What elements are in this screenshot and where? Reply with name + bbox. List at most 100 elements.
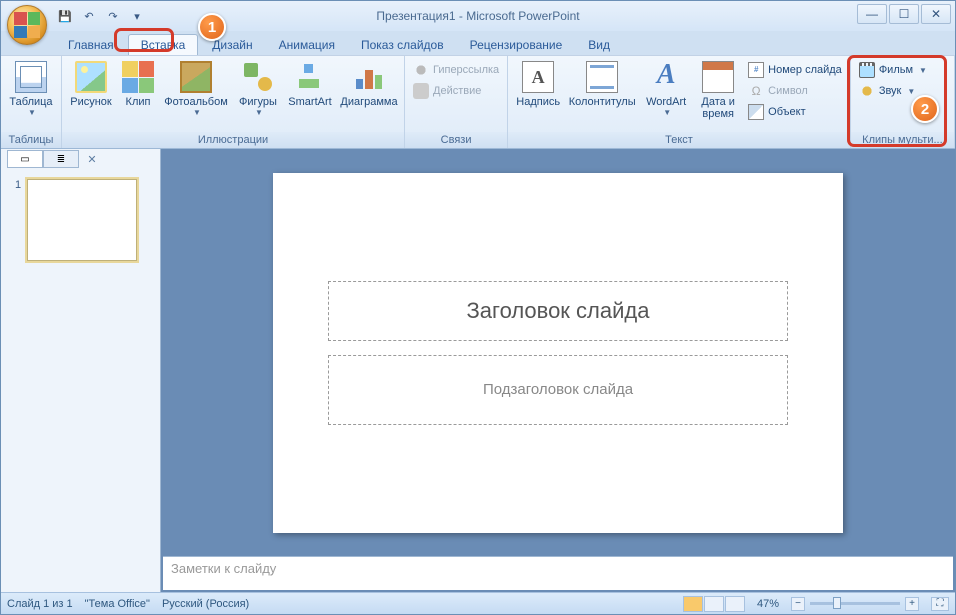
smartart-icon — [294, 61, 326, 93]
language-indicator[interactable]: Русский (Россия) — [162, 598, 249, 610]
qat-customize-icon[interactable]: ▾ — [128, 7, 146, 25]
group-tables: Таблица ▼ Таблицы — [1, 56, 62, 148]
thumb-preview — [27, 179, 137, 261]
date-icon — [702, 61, 734, 93]
badge-2: 2 — [911, 95, 939, 123]
badge-1: 1 — [198, 13, 226, 41]
movie-button[interactable]: Фильм ▼ — [855, 60, 931, 80]
textbox-icon: A — [522, 61, 554, 93]
object-button[interactable]: Объект — [744, 102, 846, 122]
slide[interactable]: Заголовок слайда Подзаголовок слайда — [273, 173, 843, 533]
picture-button[interactable]: Рисунок — [66, 58, 116, 111]
wordart-icon: A — [650, 61, 682, 93]
outline-tab[interactable]: ≣ — [43, 150, 79, 168]
group-text: A Надпись Колонтитулы A WordArt ▼ Дата и… — [508, 56, 851, 148]
group-label: Связи — [405, 132, 507, 148]
zoom-thumb[interactable] — [833, 597, 841, 609]
symbol-button: Ω Символ — [744, 81, 846, 101]
zoom-out-button[interactable]: − — [791, 597, 805, 611]
save-button[interactable]: 💾 — [56, 7, 74, 25]
object-icon — [748, 104, 764, 120]
film-icon — [859, 62, 875, 78]
action-button: Действие — [409, 81, 503, 101]
chart-button[interactable]: Диаграмма — [338, 58, 400, 111]
zoom-in-button[interactable]: + — [905, 597, 919, 611]
close-button[interactable]: ✕ — [921, 4, 951, 24]
clip-icon — [122, 61, 154, 93]
wordart-button[interactable]: A WordArt ▼ — [640, 58, 692, 120]
slide-area: Заголовок слайда Подзаголовок слайда Зам… — [161, 149, 955, 592]
ribbon-tabs: Главная Вставка Дизайн Анимация Показ сл… — [1, 31, 955, 55]
group-links: Гиперссылка Действие Связи — [405, 56, 508, 148]
view-buttons — [683, 596, 745, 612]
smartart-button[interactable]: SmartArt — [284, 58, 336, 111]
normal-view-button[interactable] — [683, 596, 703, 612]
undo-button[interactable]: ↶ — [80, 7, 98, 25]
slides-tab[interactable]: ▭ — [7, 150, 43, 168]
group-media: Фильм ▼ Звук ▼ Клипы мульти... — [851, 56, 955, 148]
office-button[interactable] — [7, 5, 47, 45]
symbol-icon: Ω — [748, 83, 764, 99]
tab-home[interactable]: Главная — [56, 35, 126, 55]
thumb-number: 1 — [15, 179, 21, 261]
datetime-button[interactable]: Дата и время — [694, 58, 742, 123]
tab-view[interactable]: Вид — [576, 35, 622, 55]
slide-counter: Слайд 1 из 1 — [7, 598, 73, 610]
shapes-button[interactable]: Фигуры ▼ — [234, 58, 282, 120]
chevron-down-icon: ▼ — [907, 87, 915, 96]
window-title: Презентация1 - Microsoft PowerPoint — [376, 9, 579, 23]
thumbnails-panel: 1 — [1, 149, 161, 592]
chevron-down-icon: ▼ — [193, 108, 201, 117]
chevron-down-icon: ▼ — [255, 108, 263, 117]
titlebar: 💾 ↶ ↷ ▾ Презентация1 - Microsoft PowerPo… — [1, 1, 955, 31]
chart-icon — [353, 61, 385, 93]
shapes-icon — [242, 61, 274, 93]
chevron-down-icon: ▼ — [919, 66, 927, 75]
action-icon — [413, 83, 429, 99]
close-panel-button[interactable]: ✕ — [85, 152, 99, 166]
clip-button[interactable]: Клип — [118, 58, 158, 111]
group-label: Клипы мульти... — [851, 132, 954, 148]
photoalbum-button[interactable]: Фотоальбом ▼ — [160, 58, 232, 120]
tab-slideshow[interactable]: Показ слайдов — [349, 35, 456, 55]
redo-button[interactable]: ↷ — [104, 7, 122, 25]
group-label: Иллюстрации — [62, 132, 404, 148]
headerfooter-icon — [586, 61, 618, 93]
title-placeholder[interactable]: Заголовок слайда — [328, 281, 788, 341]
table-button[interactable]: Таблица ▼ — [5, 58, 57, 120]
fit-button[interactable]: ⛶ — [931, 597, 949, 611]
ribbon: Таблица ▼ Таблицы Рисунок Клип Фотоальбо… — [1, 55, 955, 149]
slidenumber-icon: # — [748, 62, 764, 78]
sorter-view-button[interactable] — [704, 596, 724, 612]
hyperlink-icon — [413, 62, 429, 78]
tab-animation[interactable]: Анимация — [267, 35, 347, 55]
window-controls: — ☐ ✕ — [857, 4, 951, 24]
slidenumber-button[interactable]: # Номер слайда — [744, 60, 846, 80]
statusbar: Слайд 1 из 1 "Тема Office" Русский (Росс… — [1, 592, 955, 614]
notes-pane[interactable]: Заметки к слайду — [163, 556, 953, 590]
chevron-down-icon: ▼ — [28, 108, 36, 117]
textbox-button[interactable]: A Надпись — [512, 58, 564, 111]
workspace: 1 Заголовок слайда Подзаголовок слайда З… — [1, 149, 955, 592]
tab-insert[interactable]: Вставка — [128, 34, 199, 55]
table-icon — [15, 61, 47, 93]
group-illustrations: Рисунок Клип Фотоальбом ▼ Фигуры ▼ — [62, 56, 405, 148]
tab-review[interactable]: Рецензирование — [458, 35, 575, 55]
slides-outline-tabs: ▭ ≣ ✕ — [7, 149, 99, 169]
hyperlink-button: Гиперссылка — [409, 60, 503, 80]
album-icon — [180, 61, 212, 93]
subtitle-placeholder[interactable]: Подзаголовок слайда — [328, 355, 788, 425]
minimize-button[interactable]: — — [857, 4, 887, 24]
theme-name: "Тема Office" — [85, 598, 150, 610]
group-label: Текст — [508, 132, 850, 148]
zoom-track[interactable] — [810, 602, 900, 605]
slide-thumbnail[interactable]: 1 — [15, 179, 146, 261]
maximize-button[interactable]: ☐ — [889, 4, 919, 24]
zoom-slider[interactable]: − + — [791, 597, 919, 611]
app-window: 💾 ↶ ↷ ▾ Презентация1 - Microsoft PowerPo… — [0, 0, 956, 615]
headerfooter-button[interactable]: Колонтитулы — [566, 58, 638, 111]
quick-access-toolbar: 💾 ↶ ↷ ▾ — [56, 7, 146, 25]
slide-canvas[interactable]: Заголовок слайда Подзаголовок слайда — [161, 149, 955, 556]
zoom-level[interactable]: 47% — [757, 598, 779, 610]
slideshow-view-button[interactable] — [725, 596, 745, 612]
